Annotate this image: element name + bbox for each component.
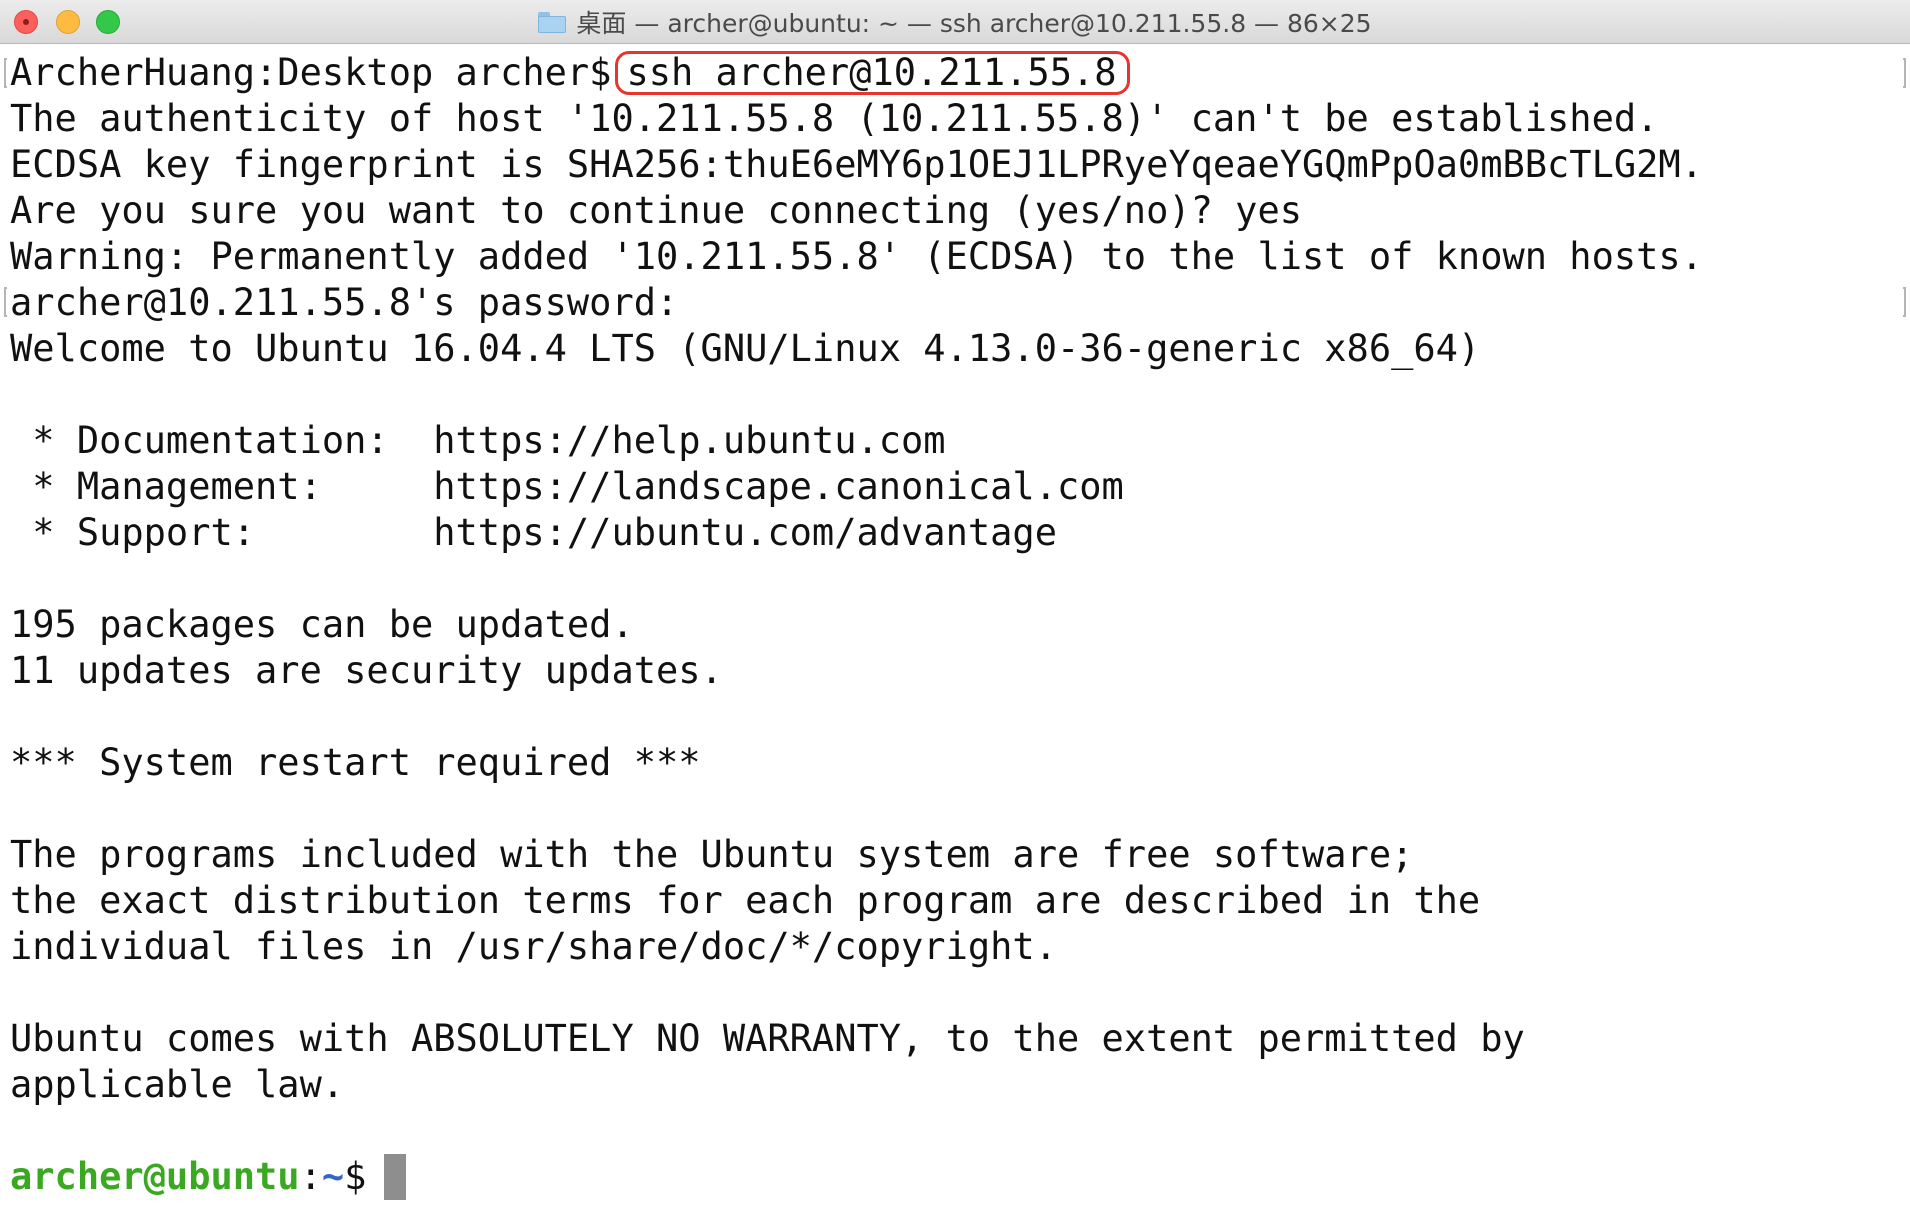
text-cursor bbox=[384, 1154, 407, 1200]
output-line: 11 updates are security updates. bbox=[10, 649, 723, 692]
window-title-area: 桌面 — archer@ubuntu: ~ — ssh archer@10.21… bbox=[0, 0, 1910, 44]
output-line: 195 packages can be updated. bbox=[10, 603, 634, 646]
terminal-window: 桌面 — archer@ubuntu: ~ — ssh archer@10.21… bbox=[0, 0, 1910, 1206]
terminal-output[interactable]: ArcherHuang:Desktop archer$ ssh archer@10… bbox=[10, 50, 1890, 1200]
final-prompt-line[interactable]: archer@ubuntu:~$ bbox=[10, 1154, 1890, 1200]
prompt-user-host: archer@ubuntu bbox=[10, 1155, 300, 1198]
folder-icon bbox=[538, 11, 567, 33]
output-line: The programs included with the Ubuntu sy… bbox=[10, 833, 1414, 876]
output-line: * Documentation: https://help.ubuntu.com bbox=[10, 419, 946, 462]
mark-bracket-left bbox=[4, 287, 7, 317]
output-lines: The authenticity of host '10.211.55.8 (1… bbox=[10, 96, 1890, 1154]
prompt-colon: : bbox=[299, 1155, 322, 1198]
shell-prompt: ArcherHuang:Desktop archer$ bbox=[10, 51, 612, 94]
output-line: applicable law. bbox=[10, 1063, 345, 1106]
output-line: the exact distribution terms for each pr… bbox=[10, 879, 1481, 922]
output-line: *** System restart required *** bbox=[10, 741, 701, 784]
output-line: The authenticity of host '10.211.55.8 (1… bbox=[10, 97, 1659, 140]
command-line: ArcherHuang:Desktop archer$ ssh archer@10… bbox=[10, 50, 1890, 96]
output-line: * Management: https://landscape.canonica… bbox=[10, 465, 1124, 508]
output-line: individual files in /usr/share/doc/*/cop… bbox=[10, 925, 1057, 968]
mark-bracket-right bbox=[1903, 287, 1906, 317]
highlighted-command: ssh archer@10.211.55.8 bbox=[615, 51, 1130, 95]
window-title: 桌面 — archer@ubuntu: ~ — ssh archer@10.21… bbox=[576, 9, 1372, 38]
prompt-path: ~ bbox=[321, 1155, 345, 1198]
output-line: Are you sure you want to continue connec… bbox=[10, 189, 1303, 232]
output-line: * Support: https://ubuntu.com/advantage bbox=[10, 511, 1057, 554]
output-line: Warning: Permanently added '10.211.55.8'… bbox=[10, 235, 1703, 278]
output-line: Ubuntu comes with ABSOLUTELY NO WARRANTY… bbox=[10, 1017, 1525, 1060]
output-line: ECDSA key fingerprint is SHA256:thuE6eMY… bbox=[10, 143, 1703, 186]
title-bar[interactable]: 桌面 — archer@ubuntu: ~ — ssh archer@10.21… bbox=[0, 0, 1910, 44]
mark-bracket-right bbox=[1903, 58, 1906, 88]
mark-bracket-left bbox=[4, 58, 7, 88]
output-line: Welcome to Ubuntu 16.04.4 LTS (GNU/Linux… bbox=[10, 327, 1481, 370]
prompt-dollar: $ bbox=[344, 1155, 367, 1198]
output-line: archer@10.211.55.8's password: bbox=[10, 281, 679, 324]
